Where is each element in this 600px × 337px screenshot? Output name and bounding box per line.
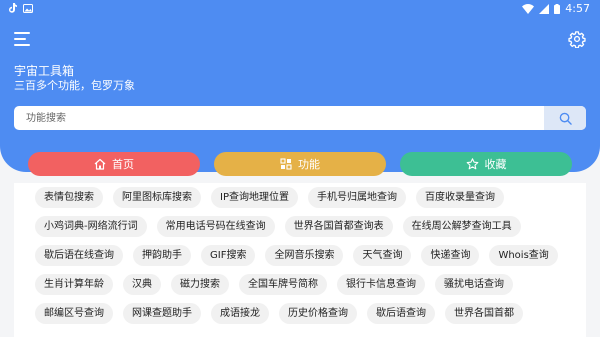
status-bar: 4:57 [0,0,600,18]
tool-chip[interactable]: 汉典 [123,274,161,295]
tool-chip[interactable]: 银行卡信息查询 [337,274,425,295]
settings-button[interactable] [568,30,586,49]
menu-line [14,32,30,34]
tiktok-icon [9,3,17,13]
app-subtitle: 三百多个功能，包罗万象 [14,79,135,92]
tool-chip[interactable]: 历史价格查询 [279,303,357,324]
tool-chip[interactable]: 小鸡词典-网络流行词 [35,216,147,237]
image-icon [23,3,33,13]
gear-icon [568,31,586,49]
tool-chip[interactable]: IP查询地理位置 [211,187,298,208]
tool-chip[interactable]: 网课查题助手 [123,303,201,324]
signal-icon [539,3,550,14]
wifi-icon [522,3,535,14]
status-notifications [8,3,33,13]
tool-chip[interactable]: 百度收录量查询 [415,187,504,208]
tool-chip[interactable]: 手机号归属地查询 [307,187,406,208]
search-icon [559,112,572,125]
grid-icon [280,158,292,170]
tab-favorites[interactable]: 收藏 [400,152,572,176]
tool-chip[interactable]: 快递查询 [421,245,480,266]
status-time: 4:57 [565,2,590,15]
battery-icon [554,3,561,14]
home-icon [94,158,106,170]
tool-chip[interactable]: 全网音乐搜索 [265,245,344,266]
tool-chip[interactable]: 骚扰电话查询 [435,274,513,295]
tool-chip[interactable]: 天气查询 [353,245,412,266]
tool-chip[interactable]: 邮编区号查询 [35,303,113,324]
tool-chip[interactable]: 生肖计算年龄 [35,274,113,295]
tool-chip[interactable]: 世界各国首都 [445,303,523,324]
tool-chip[interactable]: 在线周公解梦查询工具 [402,216,521,237]
tab-home-label: 首页 [112,158,134,171]
search-bar [14,106,586,130]
tool-chip[interactable]: 成语接龙 [211,303,269,324]
tool-chip[interactable]: 歇后语在线查询 [35,245,123,266]
tool-chip[interactable]: Whois查询 [489,245,558,266]
tool-chip[interactable]: 全国车牌号简称 [239,274,327,295]
tool-chip[interactable]: 磁力搜索 [171,274,229,295]
tool-chip[interactable]: 表情包搜索 [35,187,103,208]
tool-chip-list: 表情包搜索 阿里图标库搜索 IP查询地理位置 手机号归属地查询 百度收录量查询小鸡词典-… [35,187,575,324]
status-system: 4:57 [522,2,590,15]
search-input[interactable] [14,106,542,130]
menu-button[interactable] [14,32,34,50]
tab-functions[interactable]: 功能 [214,152,386,176]
tool-chip[interactable]: 常用电话号码在线查询 [156,216,275,237]
tab-functions-label: 功能 [298,158,320,171]
menu-line [14,44,30,46]
tab-favorites-label: 收藏 [484,158,507,171]
star-icon [466,158,478,170]
tool-chip[interactable]: 阿里图标库搜索 [113,187,201,208]
menu-line [14,38,26,40]
search-button[interactable] [544,106,586,130]
tool-chip[interactable]: 歇后语查询 [367,303,435,324]
tool-chip[interactable]: 世界各国首都查询表 [284,216,393,237]
tab-home[interactable]: 首页 [28,152,200,176]
tools-card: 表情包搜索 阿里图标库搜索 IP查询地理位置 手机号归属地查询 百度收录量查询小鸡词典-… [14,183,586,337]
tool-chip[interactable]: 押韵助手 [133,245,191,266]
tool-chip[interactable]: GIF搜索 [201,245,256,266]
